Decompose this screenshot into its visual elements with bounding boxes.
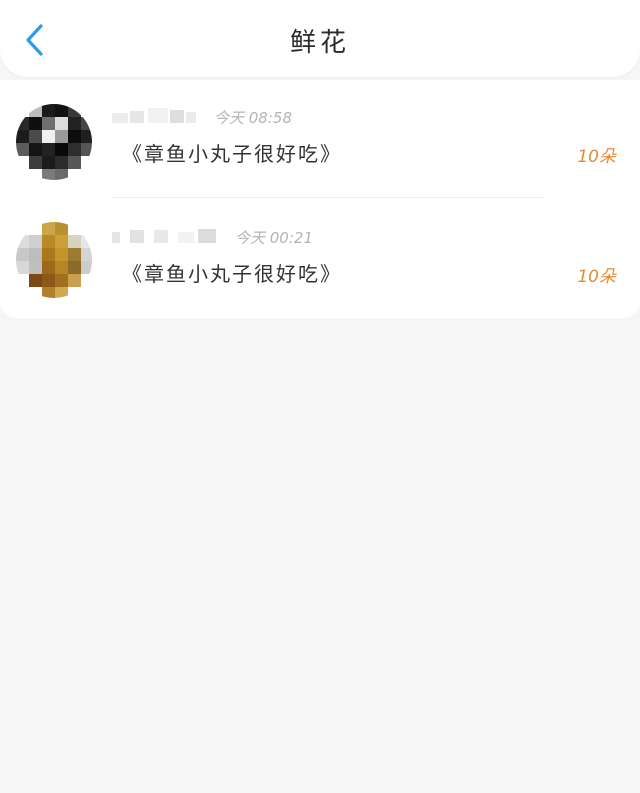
gift-message: 《章鱼小丸子很好吃》 xyxy=(122,142,342,166)
gift-list: 今天 08:58 《章鱼小丸子很好吃》 10朵 今天 00:21 《章鱼小丸子很… xyxy=(0,80,640,318)
avatar[interactable] xyxy=(16,104,92,180)
gift-item[interactable]: 今天 00:21 《章鱼小丸子很好吃》 10朵 xyxy=(0,198,640,316)
username-redacted xyxy=(112,108,196,123)
gift-count: 10朵 xyxy=(577,147,616,167)
avatar[interactable] xyxy=(16,222,92,298)
gift-item[interactable]: 今天 08:58 《章鱼小丸子很好吃》 10朵 xyxy=(0,80,640,198)
gift-count: 10朵 xyxy=(577,267,616,287)
gift-time: 今天 00:21 xyxy=(235,229,313,247)
page-title: 鲜花 xyxy=(289,28,350,58)
gift-time: 今天 08:58 xyxy=(214,109,292,127)
username-redacted xyxy=(112,229,216,243)
top-bar: 鲜花 xyxy=(0,0,640,77)
gift-message: 《章鱼小丸子很好吃》 xyxy=(122,262,342,286)
